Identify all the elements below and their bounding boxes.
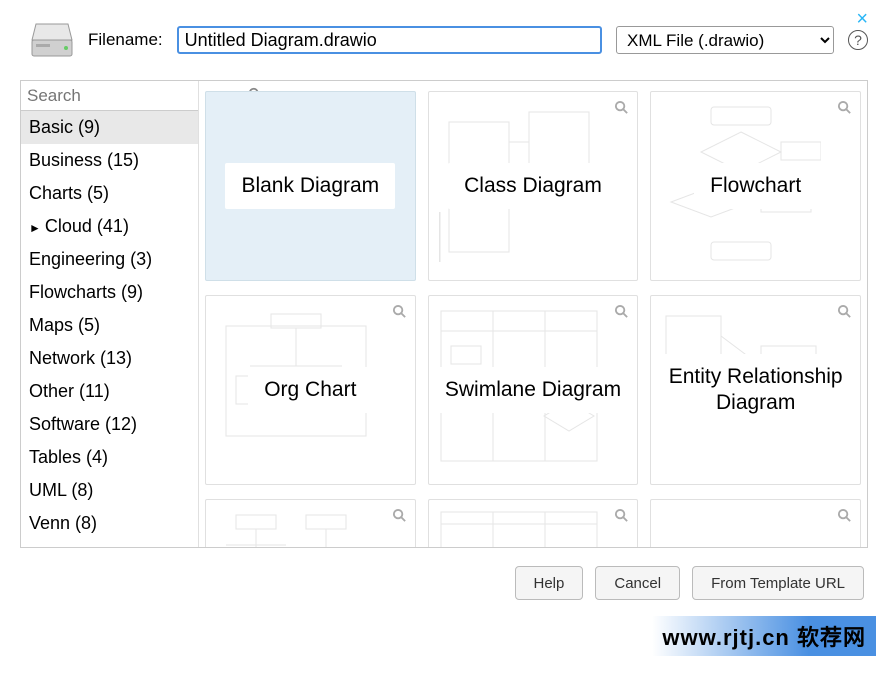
footer-row: Help Cancel From Template URL — [20, 548, 868, 600]
category-label: Venn (8) — [29, 513, 97, 533]
category-item[interactable]: Engineering (3) — [21, 243, 198, 276]
template-preview — [439, 510, 628, 547]
close-button[interactable]: × — [856, 8, 868, 31]
search-box — [21, 81, 198, 111]
category-label: Cloud (41) — [45, 216, 129, 236]
category-item[interactable]: Charts (5) — [21, 177, 198, 210]
category-label: UML (8) — [29, 480, 93, 500]
template-label: Flowchart — [694, 163, 817, 209]
category-label: Maps (5) — [29, 315, 100, 335]
category-item[interactable]: ► Cloud (41) — [21, 210, 198, 243]
new-diagram-dialog: × Filename: XML File (.drawio) ? Basic (… — [0, 0, 888, 610]
category-label: Software (12) — [29, 414, 137, 434]
category-label: Wireframes (5) — [29, 546, 148, 547]
category-item[interactable]: Tables (4) — [21, 441, 198, 474]
category-label: Tables (4) — [29, 447, 108, 467]
template-card[interactable]: Org Chart — [205, 295, 416, 485]
template-card[interactable]: Class Diagram — [428, 91, 639, 281]
watermark: www.rjtj.cn 软荐网 — [652, 616, 876, 656]
category-item[interactable]: Business (15) — [21, 144, 198, 177]
category-label: Network (13) — [29, 348, 132, 368]
category-item[interactable]: Maps (5) — [21, 309, 198, 342]
category-item[interactable]: Other (11) — [21, 375, 198, 408]
category-item[interactable]: Flowcharts (9) — [21, 276, 198, 309]
category-item[interactable]: Venn (8) — [21, 507, 198, 540]
category-item[interactable]: Software (12) — [21, 408, 198, 441]
from-template-url-button[interactable]: From Template URL — [692, 566, 864, 600]
template-label: Class Diagram — [448, 163, 618, 209]
category-item[interactable]: Basic (9) — [21, 111, 198, 144]
filename-label: Filename: — [88, 30, 163, 50]
main-area: Basic (9) Business (15) Charts (5) ► Cloud (… — [20, 80, 868, 548]
category-label: Basic (9) — [29, 117, 100, 137]
sidebar: Basic (9) Business (15) Charts (5) ► Cloud (… — [21, 81, 199, 547]
template-card[interactable]: Entity Relationship Diagram — [650, 295, 861, 485]
help-button[interactable]: Help — [515, 566, 584, 600]
category-item[interactable]: Wireframes (5) — [21, 540, 198, 547]
template-grid: Blank Diagram Class Diagram Flowchart Org C… — [199, 81, 867, 547]
category-item[interactable]: UML (8) — [21, 474, 198, 507]
category-label: Business (15) — [29, 150, 139, 170]
category-label: Engineering (3) — [29, 249, 152, 269]
cancel-button[interactable]: Cancel — [595, 566, 680, 600]
template-card[interactable]: Simple — [428, 499, 639, 547]
template-card[interactable]: Cross- — [650, 499, 861, 547]
template-card[interactable]: Blank Diagram — [205, 91, 416, 281]
category-label: Other (11) — [29, 381, 110, 401]
template-preview — [661, 510, 850, 547]
template-label: Swimlane Diagram — [429, 367, 637, 413]
template-label: Entity Relationship Diagram — [651, 354, 860, 427]
category-label: Charts (5) — [29, 183, 109, 203]
filename-input[interactable] — [177, 26, 602, 54]
template-card[interactable]: Flowchart — [650, 91, 861, 281]
category-list: Basic (9) Business (15) Charts (5) ► Cloud (… — [21, 111, 198, 547]
category-label: Flowcharts (9) — [29, 282, 143, 302]
expand-arrow-icon: ► — [29, 221, 41, 235]
template-card[interactable]: Swimlane Diagram — [428, 295, 639, 485]
disk-icon — [30, 20, 74, 60]
template-label: Blank Diagram — [225, 163, 395, 209]
category-item[interactable]: Network (13) — [21, 342, 198, 375]
header-row: Filename: XML File (.drawio) ? — [20, 10, 868, 80]
help-icon[interactable]: ? — [848, 30, 868, 50]
template-card[interactable]: Sequence — [205, 499, 416, 547]
filetype-select[interactable]: XML File (.drawio) — [616, 26, 834, 54]
template-preview — [216, 510, 405, 547]
template-label: Org Chart — [248, 367, 372, 413]
